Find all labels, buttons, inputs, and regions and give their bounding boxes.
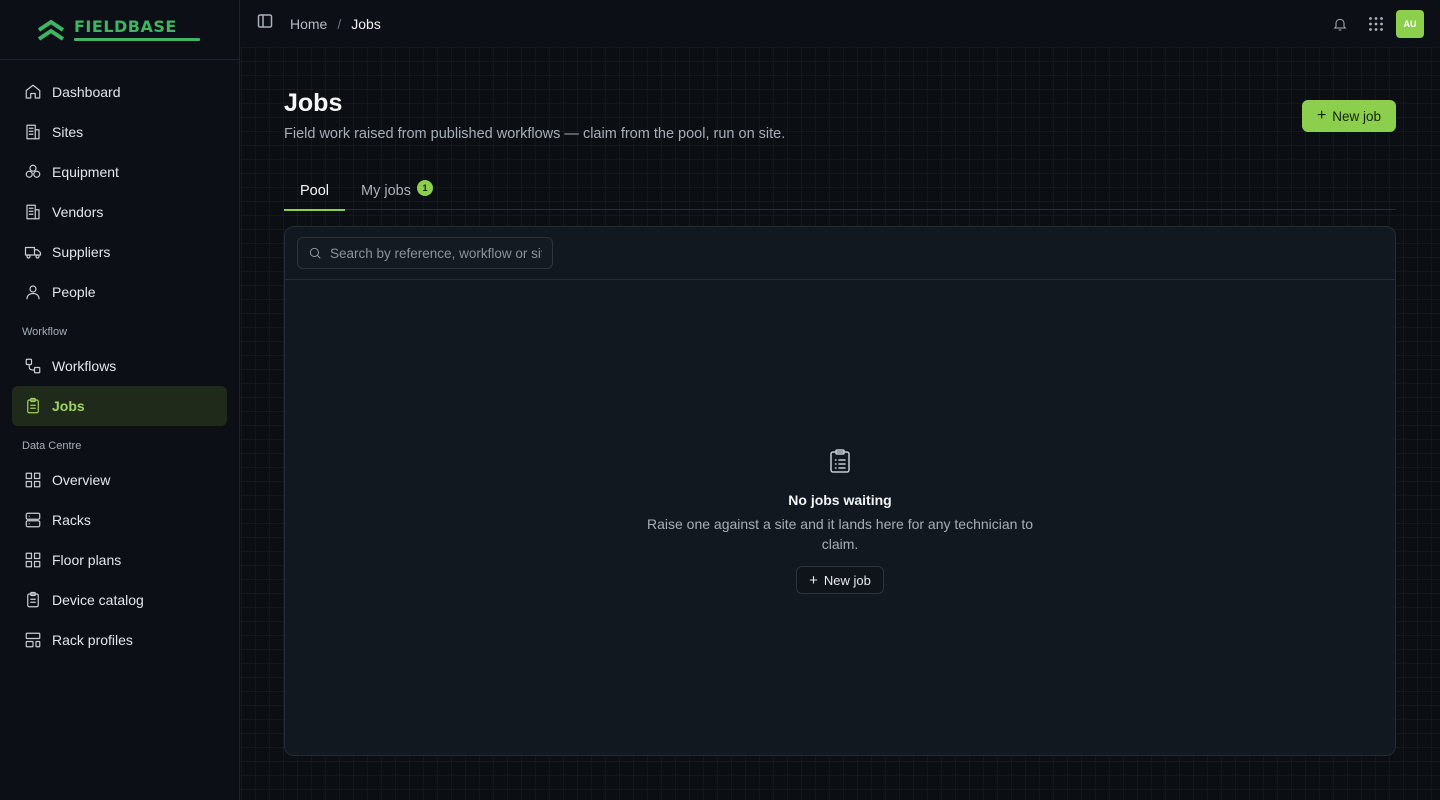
breadcrumb-home[interactable]: Home (290, 16, 327, 32)
user-icon (24, 283, 42, 301)
count-badge: 1 (417, 179, 433, 196)
clipboard-list-icon (829, 449, 851, 478)
sidebar-item-label: Jobs (52, 398, 85, 414)
breadcrumb-separator: / (337, 15, 342, 32)
sidebar-item-device-catalog[interactable]: Device catalog (12, 580, 227, 620)
clipboard-icon (24, 397, 42, 415)
topbar: Home / Jobs AU (241, 0, 1440, 47)
truck-icon (24, 243, 42, 261)
topbar-actions: AU (1322, 10, 1424, 38)
sidebar-item-label: Rack profiles (52, 632, 133, 648)
sidebar-item-label: Dashboard (52, 84, 121, 100)
sidebar-item-label: People (52, 284, 96, 300)
panel-toolbar (285, 227, 1395, 280)
brand-underline (74, 38, 200, 41)
building-icon (24, 123, 42, 141)
sidebar-item-dashboard[interactable]: Dashboard (12, 72, 227, 112)
sidebar-item-racks[interactable]: Racks (12, 500, 227, 540)
sidebar-item-people[interactable]: People (12, 272, 227, 312)
chevrons-up-logo-icon (37, 19, 65, 41)
layout-template-icon (24, 631, 42, 649)
sidebar-item-label: Device catalog (52, 592, 144, 608)
workflow-icon (24, 357, 42, 375)
clipboard-list-icon (24, 591, 42, 609)
layout-grid-icon (24, 471, 42, 489)
layout-grid-icon (24, 551, 42, 569)
building-icon (24, 203, 42, 221)
empty-new-job-button-label: New job (823, 572, 871, 588)
breadcrumb-current: Jobs (351, 15, 381, 32)
sidebar-item-vendors[interactable]: Vendors (12, 192, 227, 232)
empty-state-title: No jobs waiting (788, 492, 892, 508)
sidebar-item-equipment[interactable]: Equipment (12, 152, 227, 192)
brand-name: FIELDBASE (74, 17, 177, 36)
logo[interactable]: FIELDBASE (0, 0, 239, 60)
sidebar-item-label: Suppliers (52, 244, 111, 260)
empty-state-text: Raise one against a site and it lands he… (646, 516, 1034, 552)
sidebar-item-label: Racks (52, 512, 91, 528)
sidebar-item-floor-plans[interactable]: Floor plans (12, 540, 227, 580)
boxes-icon (24, 163, 42, 181)
sidebar-item-sites[interactable]: Sites (12, 112, 227, 152)
home-icon (24, 83, 42, 101)
search-input[interactable] (330, 245, 542, 261)
plus-icon: + (1316, 107, 1327, 124)
sidebar-toggle-icon[interactable] (257, 13, 273, 34)
sidebar-item-rack-profiles[interactable]: Rack profiles (12, 620, 227, 660)
search-icon (309, 247, 321, 259)
search-box (297, 237, 553, 269)
empty-state: No jobs waiting Raise one against a site… (285, 449, 1395, 594)
page-subtitle: Field work raised from published workflo… (284, 126, 786, 142)
sidebar: FIELDBASE Dashboard Sites Equipment Vend… (0, 0, 240, 800)
sidebar-item-label: Floor plans (52, 552, 122, 568)
page-title: Jobs (284, 89, 343, 117)
jobs-panel: No jobs waiting Raise one against a site… (284, 226, 1396, 756)
sidebar-nav: Dashboard Sites Equipment Vendors Suppli… (0, 60, 239, 660)
sidebar-item-jobs[interactable]: Jobs (12, 386, 227, 426)
sidebar-item-label: Workflows (52, 358, 117, 374)
tabs: Pool My jobs 1 (284, 171, 1396, 211)
tab-pool[interactable]: Pool (284, 171, 346, 211)
tab-label: Pool (300, 182, 330, 199)
empty-new-job-button[interactable]: + New job (796, 566, 884, 594)
sidebar-item-label: Overview (52, 472, 111, 488)
sidebar-item-label: Equipment (52, 164, 119, 180)
sidebar-item-workflows[interactable]: Workflows (12, 346, 227, 386)
apps-grid-icon[interactable] (1358, 10, 1394, 38)
sidebar-item-suppliers[interactable]: Suppliers (12, 232, 227, 272)
avatar[interactable]: AU (1396, 10, 1424, 38)
nav-section-data-centre: Data Centre (22, 440, 82, 452)
new-job-button-label: New job (1332, 108, 1382, 124)
sidebar-item-overview[interactable]: Overview (12, 460, 227, 500)
breadcrumb: Home / Jobs (290, 16, 381, 32)
tab-my-jobs[interactable]: My jobs 1 (345, 171, 449, 210)
server-icon (24, 511, 42, 529)
new-job-button[interactable]: + New job (1302, 100, 1396, 132)
bell-icon[interactable] (1322, 10, 1358, 38)
sidebar-item-label: Vendors (52, 204, 104, 220)
nav-section-workflow: Workflow (22, 326, 68, 338)
tab-label: My jobs (361, 182, 411, 199)
plus-icon: + (809, 571, 818, 589)
main-content: Jobs Field work raised from published wo… (241, 47, 1440, 800)
sidebar-item-label: Sites (52, 124, 84, 140)
